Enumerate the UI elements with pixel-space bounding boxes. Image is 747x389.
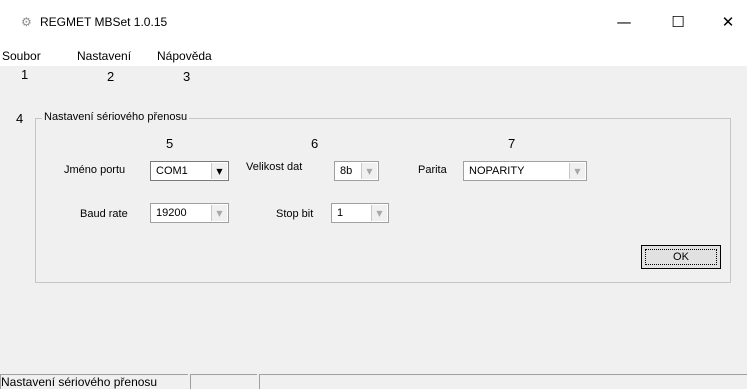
callout-1: 1 <box>21 67 29 82</box>
chevron-down-icon[interactable]: ▼ <box>371 205 387 221</box>
data-size-select[interactable]: 8b ▼ <box>334 161 379 181</box>
ok-text: OK <box>673 251 689 263</box>
menu-bar: Soubor Nastavení Nápověda <box>0 44 747 66</box>
callout-4: 4 <box>16 111 24 126</box>
port-label: Jméno portu <box>64 164 126 176</box>
maximize-button[interactable]: ☐ <box>655 0 701 44</box>
group-title: Nastavení sériového přenosu <box>42 111 190 123</box>
serial-settings-group <box>35 118 731 283</box>
menu-nastaveni[interactable]: Nastavení <box>77 49 131 63</box>
parity-value: NOPARITY <box>469 165 525 177</box>
menu-napoveda[interactable]: Nápověda <box>157 49 212 63</box>
callout-3: 3 <box>183 69 191 84</box>
baud-label: Baud rate <box>80 208 128 220</box>
title-bar[interactable]: ⚙ REGMET MBSet 1.0.15 — ☐ ✕ <box>0 0 747 44</box>
stop-bit-value: 1 <box>337 207 344 219</box>
chevron-down-icon[interactable]: ▼ <box>361 163 377 179</box>
parity-label: Parita <box>418 164 447 176</box>
baud-value: 19200 <box>156 207 187 219</box>
parity-select[interactable]: NOPARITY ▼ <box>463 161 587 181</box>
stop-bit-select[interactable]: 1 ▼ <box>331 203 389 223</box>
port-value: COM1 <box>156 165 188 177</box>
status-panel-3 <box>259 374 747 389</box>
chevron-down-icon[interactable]: ▼ <box>211 205 227 221</box>
chevron-down-icon[interactable]: ▼ <box>211 163 227 179</box>
status-panel-2 <box>190 374 257 389</box>
port-select[interactable]: COM1 ▼ <box>150 161 229 181</box>
close-button[interactable]: ✕ <box>705 0 747 44</box>
status-bar: Nastavení sériového přenosu <box>0 373 747 389</box>
baud-select[interactable]: 19200 ▼ <box>150 203 229 223</box>
application-window: ⚙ REGMET MBSet 1.0.15 — ☐ ✕ Soubor Nasta… <box>0 0 747 389</box>
callout-2: 2 <box>107 69 115 84</box>
stop-bit-label: Stop bit <box>276 208 314 220</box>
data-size-value: 8b <box>340 165 353 177</box>
status-panel-main: Nastavení sériového přenosu <box>0 374 188 389</box>
window-title: REGMET MBSet 1.0.15 <box>40 15 168 29</box>
data-size-label: Velikost dat <box>246 161 303 173</box>
ok-label: OK <box>645 249 717 265</box>
gear-icon: ⚙ <box>21 15 32 29</box>
minimize-button[interactable]: — <box>601 0 647 44</box>
status-text: Nastavení sériového přenosu <box>1 375 158 389</box>
chevron-down-icon[interactable]: ▼ <box>569 163 585 179</box>
ok-button[interactable]: OK <box>641 245 721 269</box>
menu-soubor[interactable]: Soubor <box>2 49 41 63</box>
